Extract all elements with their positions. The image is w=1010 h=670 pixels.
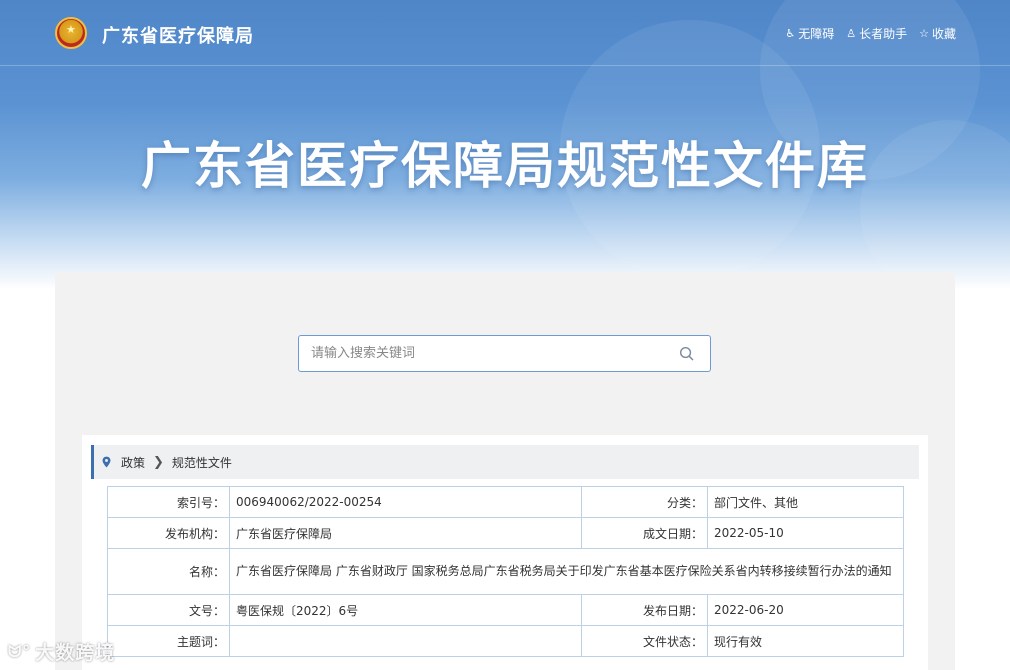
accessibility-link[interactable]: ♿ 无障碍 [785, 25, 834, 42]
favorite-label: 收藏 [931, 27, 956, 41]
table-row: 主题词： 文件状态： 现行有效 [107, 625, 904, 657]
chevron-right-icon: ❯ [153, 454, 164, 470]
publisher-value: 广东省医疗保障局 [229, 517, 582, 549]
elder-assist-label: 长者助手 [859, 27, 908, 41]
index-value: 006940062/2022-00254 [229, 486, 582, 518]
subject-value [229, 625, 582, 657]
document-meta-table: 索引号： 006940062/2022-00254 分类： 部门文件、其他 发布… [107, 486, 904, 657]
breadcrumb-item-policy[interactable]: 政策 [121, 454, 145, 471]
category-label: 分类： [581, 486, 708, 518]
content-panel: 政策 ❯ 规范性文件 索引号： 006940062/2022-00254 分类：… [55, 272, 955, 670]
name-label: 名称： [107, 548, 230, 595]
watermark: ᗢ° 大数跨境 [8, 638, 115, 665]
star-icon: ☆ [919, 27, 929, 40]
publisher-label: 发布机构： [107, 517, 230, 549]
table-row: 发布机构： 广东省医疗保障局 成文日期： 2022-05-10 [107, 517, 904, 549]
created-date-label: 成文日期： [581, 517, 708, 549]
accessibility-label: 无障碍 [798, 27, 835, 41]
created-date-value: 2022-05-10 [707, 517, 904, 549]
accessibility-icon: ♿ [785, 27, 796, 40]
search-box [298, 335, 711, 372]
status-value: 现行有效 [707, 625, 904, 657]
search-icon[interactable] [679, 346, 694, 361]
document-card: 政策 ❯ 规范性文件 索引号： 006940062/2022-00254 分类：… [82, 435, 928, 670]
index-label: 索引号： [107, 486, 230, 518]
published-date-value: 2022-06-20 [707, 594, 904, 626]
national-emblem-icon: ★ [55, 17, 87, 49]
elder-assist-link[interactable]: ♙ 长者助手 [846, 25, 907, 42]
top-links: ♿ 无障碍 ♙ 长者助手 ☆ 收藏 [785, 25, 956, 42]
category-value: 部门文件、其他 [707, 486, 904, 518]
breadcrumb-item-normative[interactable]: 规范性文件 [172, 454, 232, 471]
doc-number-label: 文号： [107, 594, 230, 626]
doc-number-value: 粤医保规〔2022〕6号 [229, 594, 582, 626]
header-banner: ★ 广东省医疗保障局 ♿ 无障碍 ♙ 长者助手 ☆ 收藏 广东省医疗保障局规范性… [0, 0, 1010, 290]
location-pin-icon [102, 456, 111, 468]
watermark-logo-icon: ᗢ° [8, 641, 32, 661]
table-row: 索引号： 006940062/2022-00254 分类： 部门文件、其他 [107, 486, 904, 518]
watermark-text: 大数跨境 [35, 642, 116, 664]
published-date-label: 发布日期： [581, 594, 708, 626]
status-label: 文件状态： [581, 625, 708, 657]
subject-label: 主题词： [107, 625, 230, 657]
favorite-link[interactable]: ☆ 收藏 [919, 25, 956, 42]
elder-assist-icon: ♙ [846, 27, 857, 40]
page-title: 广东省医疗保障局规范性文件库 [141, 137, 869, 195]
name-value: 广东省医疗保障局 广东省财政厅 国家税务总局广东省税务局关于印发广东省基本医疗保… [229, 548, 904, 595]
site-name[interactable]: 广东省医疗保障局 [102, 22, 254, 48]
table-row: 文号： 粤医保规〔2022〕6号 发布日期： 2022-06-20 [107, 594, 904, 626]
breadcrumb: 政策 ❯ 规范性文件 [91, 445, 919, 479]
table-row: 名称： 广东省医疗保障局 广东省财政厅 国家税务总局广东省税务局关于印发广东省基… [107, 548, 904, 595]
search-input[interactable] [311, 336, 671, 371]
top-bar: ★ 广东省医疗保障局 ♿ 无障碍 ♙ 长者助手 ☆ 收藏 [0, 0, 1010, 66]
